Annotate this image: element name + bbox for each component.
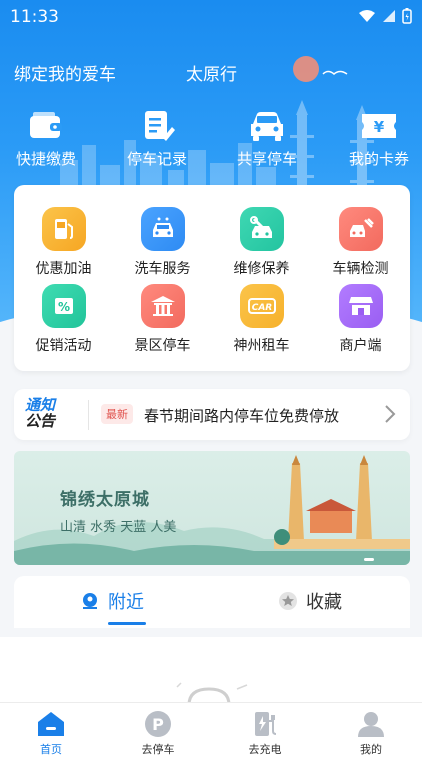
svg-text:P: P bbox=[152, 715, 164, 734]
quick-actions: 快捷缴费 停车记录 共享停车 ¥ 我的卡券 bbox=[0, 110, 422, 174]
wallet-icon bbox=[30, 112, 62, 138]
service-promotions[interactable]: % 促销活动 bbox=[14, 284, 113, 355]
store-icon bbox=[338, 284, 383, 328]
service-label: 商户端 bbox=[339, 338, 382, 354]
user-icon bbox=[358, 712, 384, 737]
car-rental-icon: CAR bbox=[239, 284, 284, 328]
wifi-icon bbox=[359, 10, 375, 22]
notice-logo-line2: 公告 bbox=[25, 412, 56, 430]
nav-go-charging[interactable]: 去充电 bbox=[225, 709, 305, 757]
service-label: 神州租车 bbox=[233, 338, 290, 354]
nav-profile[interactable]: 我的 bbox=[331, 709, 411, 757]
battery-icon bbox=[402, 8, 412, 24]
nav-label: 去停车 bbox=[141, 743, 175, 756]
svg-text:CAR: CAR bbox=[251, 303, 272, 313]
nav-label: 去充电 bbox=[248, 743, 282, 756]
my-coupons-button[interactable]: ¥ 我的卡券 bbox=[339, 110, 419, 169]
service-vehicle-inspection[interactable]: 车辆检测 bbox=[311, 207, 410, 278]
city-title: 太原行 bbox=[186, 65, 237, 85]
notice-new-badge: 最新 bbox=[101, 404, 133, 424]
notice-text: 春节期间路内停车位免费停放 bbox=[144, 407, 340, 425]
service-label: 促销活动 bbox=[35, 338, 92, 354]
home-icon bbox=[38, 712, 64, 736]
notice-logo: 通知 公告 bbox=[25, 397, 69, 429]
nav-go-parking[interactable]: P 去停车 bbox=[118, 709, 198, 757]
notice-logo-line1: 通知 bbox=[25, 396, 56, 414]
service-label: 景区停车 bbox=[134, 338, 191, 354]
service-discount-fuel[interactable]: 优惠加油 bbox=[14, 207, 113, 278]
quick-action-label: 快捷缴费 bbox=[15, 150, 76, 168]
banner-title: 锦绣太原城 bbox=[60, 490, 150, 510]
service-car-wash[interactable]: 洗车服务 bbox=[113, 207, 212, 278]
star-icon bbox=[279, 592, 297, 610]
quick-action-label: 我的卡券 bbox=[348, 150, 409, 168]
quick-action-label: 停车记录 bbox=[126, 150, 187, 168]
service-label: 优惠加油 bbox=[35, 261, 92, 277]
quick-pay-button[interactable]: 快捷缴费 bbox=[6, 110, 86, 169]
promo-banner[interactable]: 锦绣太原城 山清 水秀 天蓝 人美 bbox=[14, 451, 410, 565]
document-edit-icon bbox=[145, 111, 175, 141]
notice-divider bbox=[88, 400, 89, 430]
chevron-right-icon bbox=[385, 405, 396, 423]
quick-action-label: 共享停车 bbox=[236, 150, 297, 168]
nearby-list-area bbox=[0, 637, 422, 705]
service-scenic-parking[interactable]: 景区停车 bbox=[113, 284, 212, 355]
signal-icon bbox=[383, 10, 395, 22]
location-icon bbox=[83, 593, 97, 609]
fuel-icon bbox=[41, 207, 86, 251]
services-panel: 优惠加油 洗车服务 维修保养 车辆检测 % 促销活动 景区停车 CAR 神州租车… bbox=[14, 185, 410, 371]
nav-label: 我的 bbox=[360, 743, 382, 756]
ticket-yuan-icon: ¥ bbox=[362, 114, 396, 138]
svg-text:¥: ¥ bbox=[374, 118, 385, 136]
service-car-rental[interactable]: CAR 神州租车 bbox=[212, 284, 311, 355]
svg-text:%: % bbox=[57, 300, 69, 314]
header: 绑定我的爱车 太原行 bbox=[14, 58, 408, 86]
shared-parking-button[interactable]: 共享停车 bbox=[227, 110, 307, 169]
nearby-favorites-tabs: 附近 收藏 bbox=[14, 576, 410, 628]
car-front-icon bbox=[251, 112, 283, 141]
tab-favorites[interactable]: 收藏 bbox=[278, 588, 342, 614]
nav-label: 首页 bbox=[40, 743, 62, 756]
service-merchant[interactable]: 商户端 bbox=[311, 284, 410, 355]
percent-icon: % bbox=[41, 284, 86, 328]
status-time: 11:33 bbox=[10, 7, 59, 27]
bottom-navigation: 首页 P 去停车 去充电 我的 bbox=[0, 702, 422, 759]
temple-icon bbox=[140, 284, 185, 328]
notice-bar[interactable]: 通知 公告 最新 春节期间路内停车位免费停放 bbox=[14, 389, 410, 440]
active-tab-indicator bbox=[108, 622, 146, 625]
parking-records-button[interactable]: 停车记录 bbox=[117, 110, 197, 169]
service-label: 维修保养 bbox=[233, 261, 290, 277]
nav-home[interactable]: 首页 bbox=[11, 709, 91, 757]
wrench-car-icon bbox=[239, 207, 284, 251]
service-label: 洗车服务 bbox=[134, 261, 191, 277]
carousel-indicator bbox=[364, 558, 374, 561]
tab-nearby[interactable]: 附近 bbox=[80, 588, 144, 614]
inspection-icon bbox=[338, 207, 383, 251]
service-maintenance[interactable]: 维修保养 bbox=[212, 207, 311, 278]
car-wash-icon bbox=[140, 207, 185, 251]
bind-car-link[interactable]: 绑定我的爱车 bbox=[14, 60, 116, 85]
status-bar: 11:33 bbox=[0, 0, 422, 32]
service-label: 车辆检测 bbox=[332, 261, 389, 277]
tab-label: 附近 bbox=[108, 592, 144, 613]
charging-icon bbox=[255, 712, 277, 736]
banner-subtitle: 山清 水秀 天蓝 人美 bbox=[60, 520, 177, 535]
tab-label: 收藏 bbox=[306, 592, 342, 613]
parking-icon: P bbox=[145, 711, 171, 737]
